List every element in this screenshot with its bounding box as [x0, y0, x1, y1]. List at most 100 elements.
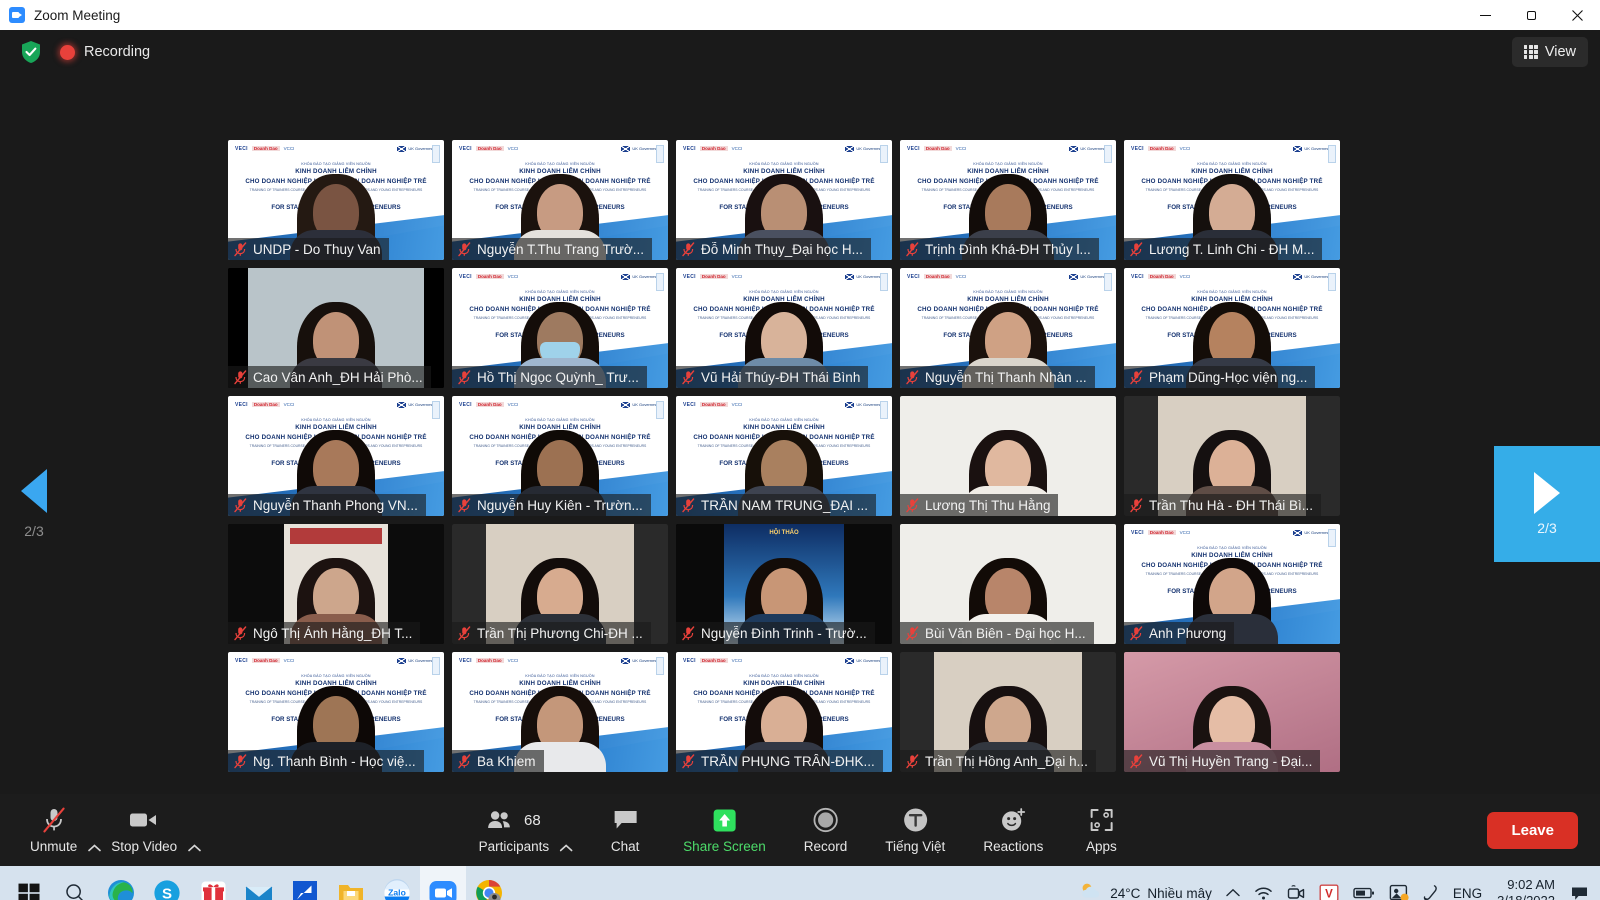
audio-options-caret[interactable] [85, 830, 103, 858]
participant-tile[interactable]: Cao Vân Anh_ĐH Hải Phò... [228, 268, 444, 388]
video-options-caret[interactable] [185, 830, 203, 858]
chrome-icon[interactable] [466, 866, 512, 900]
participant-name-bar: Nguyễn Thanh Phong VN... [228, 494, 426, 516]
recording-indicator[interactable]: Recording [60, 44, 150, 60]
participant-tile[interactable]: Trần Thị Phương Chi-ĐH ... [452, 524, 668, 644]
bluezone-icon[interactable] [282, 866, 328, 900]
record-button[interactable]: Record [796, 802, 856, 858]
next-page-button[interactable]: 2/3 [1494, 446, 1600, 562]
participant-tile[interactable]: VECI Doanh Dao VCCI UK Government KHÓA Đ… [452, 396, 668, 516]
participant-name-bar: Phạm Dũng-Học viện ng... [1124, 366, 1316, 388]
minimize-icon[interactable] [1462, 0, 1508, 30]
zalo-icon[interactable]: Zalo [374, 866, 420, 900]
stop-video-button[interactable]: Stop Video [103, 802, 185, 858]
search-icon[interactable] [52, 866, 98, 900]
onedrive-sync-icon[interactable] [1382, 871, 1416, 900]
leave-button[interactable]: Leave [1487, 811, 1578, 849]
skype-icon[interactable]: S [144, 866, 190, 900]
slide-header: VECI Doanh Dao VCCI UK Government [1131, 145, 1333, 152]
participant-tile[interactable]: Ngô Thị Ánh Hằng_ĐH T... [228, 524, 444, 644]
chevron-up-icon [1226, 884, 1240, 900]
participant-tile[interactable]: Vũ Thị Huyền Trang - Đại... [1124, 652, 1340, 772]
participant-tile[interactable]: Lương Thị Thu Hằng [900, 396, 1116, 516]
participants-button[interactable]: 68 Participants [471, 802, 558, 858]
participant-tile[interactable]: VECI Doanh Dao VCCI UK Government KHÓA Đ… [452, 268, 668, 388]
participant-tile[interactable]: VECI Doanh Dao VCCI UK Government KHÓA Đ… [900, 140, 1116, 260]
participant-name-bar: Bùi Văn Biên - Đại học H... [900, 622, 1094, 644]
participant-name-bar: Nguyễn Đình Trinh - Trườ... [676, 622, 875, 644]
participant-tile[interactable]: VECI Doanh Dao VCCI UK Government KHÓA Đ… [900, 268, 1116, 388]
unikey-v-icon[interactable]: V [1312, 871, 1346, 900]
view-button[interactable]: View [1511, 37, 1588, 67]
participant-name-bar: Anh Phương [1124, 622, 1235, 644]
file-explorer-icon[interactable] [328, 866, 374, 900]
participant-tile[interactable]: VECI Doanh Dao VCCI UK Government KHÓA Đ… [1124, 524, 1340, 644]
microphone-muted-icon [682, 241, 695, 256]
notification-icon[interactable] [1563, 871, 1596, 900]
participant-tile[interactable]: VECI Doanh Dao VCCI UK Government KHÓA Đ… [676, 652, 892, 772]
participant-tile[interactable]: VECI Doanh Dao VCCI UK Government KHÓA Đ… [228, 652, 444, 772]
language-interpretation-button[interactable]: Tiếng Việt [877, 802, 953, 858]
participant-name: Ngô Thị Ánh Hằng_ĐH T... [253, 625, 413, 641]
slide-side-panel [880, 273, 888, 291]
webcam-icon[interactable] [1280, 871, 1312, 900]
participant-tile[interactable]: Trần Thu Hà - ĐH Thái Bì... [1124, 396, 1340, 516]
battery-icon[interactable] [1346, 871, 1382, 900]
weather-widget[interactable]: 24°C Nhiều mây [1072, 871, 1219, 900]
microphone-muted-icon [682, 497, 695, 512]
input-language-button[interactable]: ENG [1446, 871, 1489, 900]
participant-tile[interactable]: VECI Doanh Dao VCCI UK Government KHÓA Đ… [676, 396, 892, 516]
unmute-label: Unmute [30, 839, 78, 854]
participant-tile[interactable]: VECI Doanh Dao VCCI UK Government KHÓA Đ… [676, 140, 892, 260]
slide-side-panel [656, 657, 664, 675]
participant-name: Ba Khiem [477, 753, 536, 769]
zoom-icon[interactable] [420, 866, 466, 900]
maximize-icon[interactable] [1508, 0, 1554, 30]
stop-video-label: Stop Video [111, 839, 178, 854]
reactions-smiley-icon [1000, 806, 1027, 834]
apps-button[interactable]: Apps [1073, 802, 1129, 858]
windows-start-icon[interactable] [6, 866, 52, 900]
reactions-button[interactable]: Reactions [975, 802, 1051, 858]
participant-tile[interactable]: VECI Doanh Dao VCCI UK Government KHÓA Đ… [452, 140, 668, 260]
previous-page-button[interactable]: 2/3 [0, 440, 68, 568]
shield-check-icon[interactable] [20, 40, 42, 64]
participant-tile[interactable]: VECI Doanh Dao VCCI UK Government KHÓA Đ… [228, 140, 444, 260]
svg-text:S: S [162, 886, 172, 900]
close-icon[interactable] [1554, 0, 1600, 30]
participant-name-bar: TRẦN NAM TRUNG_ĐẠI ... [676, 494, 877, 516]
participant-tile[interactable]: HỘI THẢO Nguyễn Đình Trinh - Trườ... [676, 524, 892, 644]
svg-text:V: V [1325, 888, 1333, 900]
participant-tile[interactable]: VECI Doanh Dao VCCI UK Government KHÓA Đ… [1124, 268, 1340, 388]
participant-tile[interactable]: VECI Doanh Dao VCCI UK Government KHÓA Đ… [676, 268, 892, 388]
clock[interactable]: 9:02 AM 3/18/2022 [1489, 877, 1563, 900]
participant-name-bar: UNDP - Do Thuy Van [228, 238, 389, 260]
participant-name-bar: Trịnh Đình Khá-ĐH Thủy l... [900, 238, 1099, 260]
participant-tile[interactable]: VECI Doanh Dao VCCI UK Government KHÓA Đ… [1124, 140, 1340, 260]
participant-tile[interactable]: VECI Doanh Dao VCCI UK Government KHÓA Đ… [452, 652, 668, 772]
pen-icon[interactable] [1416, 871, 1446, 900]
microphone-muted-icon [1130, 625, 1143, 640]
grid-view-icon [1523, 45, 1538, 59]
tray-overflow-button[interactable] [1219, 871, 1247, 900]
participant-name: Ng. Thanh Bình - Học việ... [253, 753, 416, 769]
participant-name: Nguyễn T.Thu Trang Trườ... [477, 241, 644, 257]
wifi-icon[interactable] [1247, 871, 1280, 900]
gift-icon[interactable] [190, 866, 236, 900]
slide-header: VECI Doanh Dao VCCI UK Government [235, 657, 437, 664]
record-circle-icon [813, 806, 839, 834]
chevron-right-page-icon [1534, 472, 1560, 514]
chat-button[interactable]: Chat [597, 802, 653, 858]
participant-tile[interactable]: Bùi Văn Biên - Đại học H... [900, 524, 1116, 644]
participant-name: Phạm Dũng-Học viện ng... [1149, 369, 1308, 385]
participants-options-caret[interactable] [557, 830, 575, 858]
mail-icon[interactable] [236, 866, 282, 900]
share-screen-button[interactable]: Share Screen [675, 802, 774, 858]
unmute-button[interactable]: Unmute [22, 802, 85, 858]
participant-tile[interactable]: VECI Doanh Dao VCCI UK Government KHÓA Đ… [228, 396, 444, 516]
participant-tile[interactable]: Trần Thị Hồng Anh_Đại h... [900, 652, 1116, 772]
microphone-muted-icon [1130, 369, 1143, 384]
windows-taskbar: S Zalo 24°C Nhiều mây V ENG 9:02 AM [0, 866, 1600, 900]
edge-icon[interactable] [98, 866, 144, 900]
chat-bubble-icon [612, 806, 638, 834]
